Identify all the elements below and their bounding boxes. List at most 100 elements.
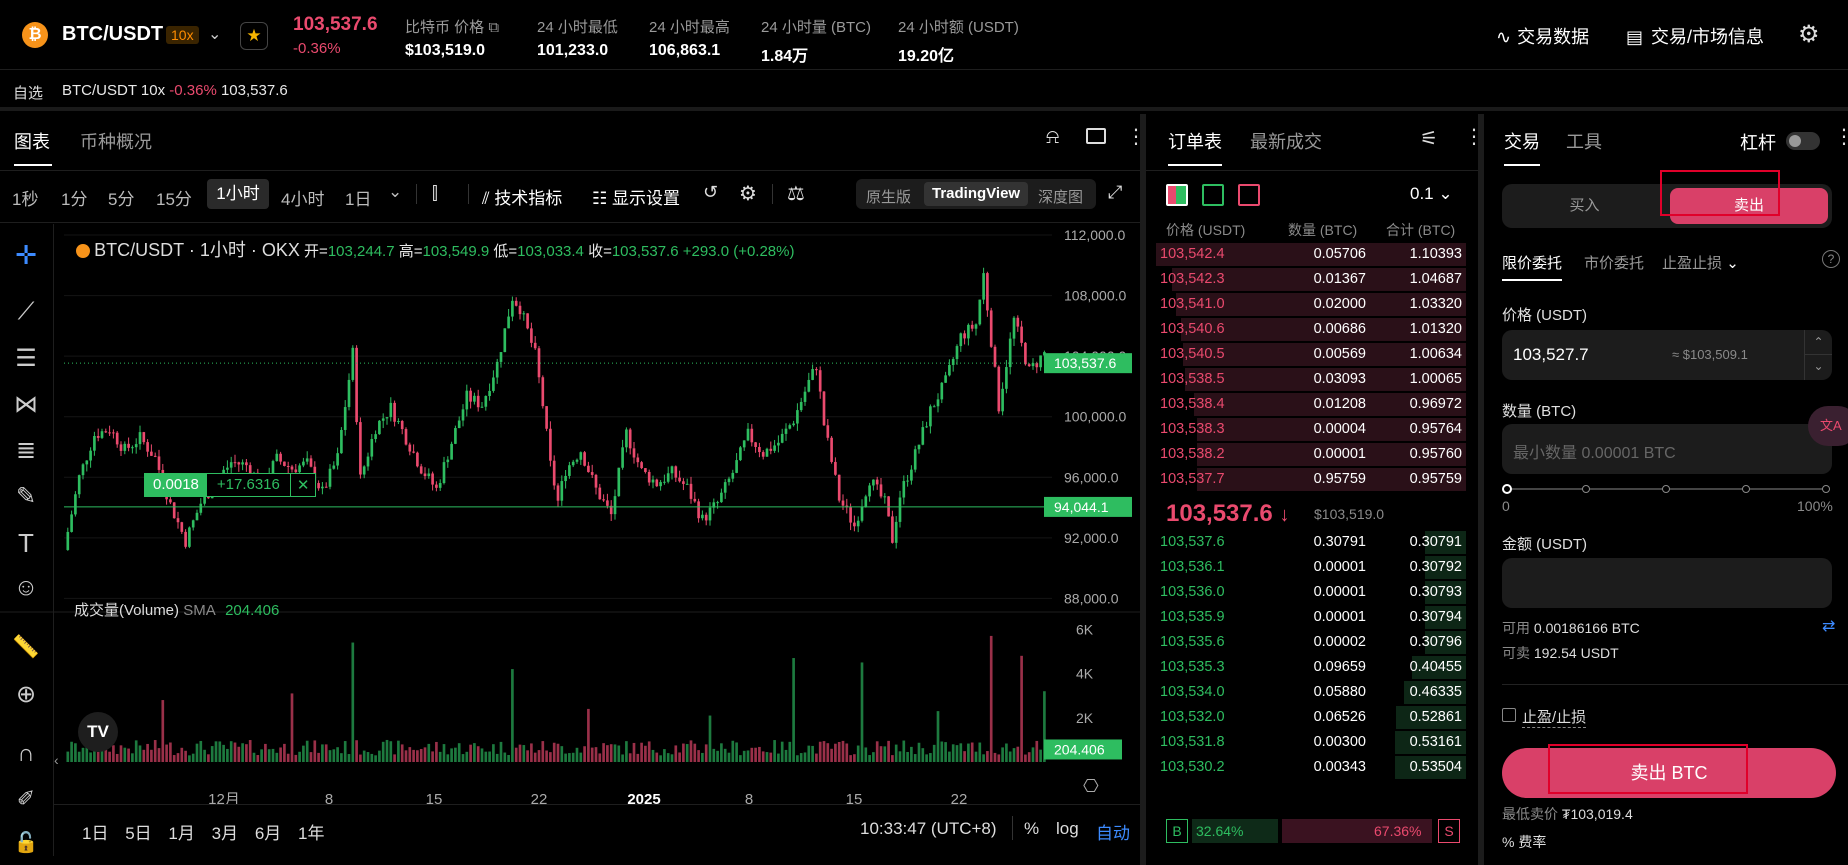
interval-1m[interactable]: 1分 xyxy=(61,185,87,210)
alert-add-icon[interactable]: ⍾ xyxy=(1046,126,1059,149)
range-1y[interactable]: 1年 xyxy=(298,824,324,843)
star-icon[interactable]: ★ xyxy=(240,22,268,50)
chart-settings-gear-icon[interactable]: ⚙ xyxy=(739,181,757,206)
interval-1h-active[interactable]: 1小时 xyxy=(207,179,269,209)
qty-input[interactable]: 最小数量 0.00001 BTC xyxy=(1502,424,1832,474)
external-link-icon[interactable]: ⧉ xyxy=(488,19,499,36)
ask-row[interactable]: 103,538.4 0.01208 0.96972 xyxy=(1156,392,1466,417)
view-depth[interactable]: 深度图 xyxy=(1038,186,1083,207)
bid-row[interactable]: 103,531.8 0.00300 0.53161 xyxy=(1156,730,1466,755)
bid-row[interactable]: 103,536.1 0.00001 0.30792 xyxy=(1156,555,1466,580)
percent-toggle[interactable]: % xyxy=(1024,819,1039,839)
slider-step[interactable] xyxy=(1822,485,1830,493)
interval-4h[interactable]: 4小时 xyxy=(281,185,324,210)
view-native[interactable]: 原生版 xyxy=(866,186,911,207)
fullscreen-window-icon[interactable] xyxy=(1086,128,1106,144)
trade-data-link[interactable]: ∿ 交易数据 xyxy=(1496,23,1589,49)
tpsl-checkbox[interactable] xyxy=(1502,708,1516,722)
clock-timezone[interactable]: 10:33:47 (UTC+8) xyxy=(860,819,997,839)
tab-orderbook[interactable]: 订单表 xyxy=(1168,128,1222,154)
interval-1s[interactable]: 1秒 xyxy=(12,185,38,210)
price-chart[interactable]: 112,000.0108,000.0104,000.0100,000.096,0… xyxy=(0,224,1140,804)
tradingview-logo-icon[interactable]: TV xyxy=(78,712,118,752)
layout-both-icon[interactable] xyxy=(1166,184,1188,206)
stepper-up-icon[interactable]: ⌃ xyxy=(1805,330,1832,355)
ask-row[interactable]: 103,541.0 0.02000 1.03320 xyxy=(1156,292,1466,317)
tab-latest-trades[interactable]: 最新成交 xyxy=(1250,128,1322,154)
more-vertical-icon[interactable]: ⋮ xyxy=(1834,124,1848,149)
ask-row[interactable]: 103,538.3 0.00004 0.95764 xyxy=(1156,417,1466,442)
transfer-icon[interactable]: ⇄ xyxy=(1822,616,1835,636)
unlock-icon[interactable]: 🔓 xyxy=(10,830,42,862)
more-vertical-icon[interactable]: ⋮ xyxy=(1464,124,1484,149)
order-type-limit[interactable]: 限价委托 xyxy=(1502,252,1562,273)
ask-row[interactable]: 103,542.3 0.01367 1.04687 xyxy=(1156,267,1466,292)
translate-glyph-icon[interactable]: 文A xyxy=(1808,406,1848,446)
chevron-down-icon[interactable]: ⌄ xyxy=(208,24,221,44)
range-6m[interactable]: 6月 xyxy=(255,824,281,843)
interval-15m[interactable]: 15分 xyxy=(156,185,192,210)
auto-toggle[interactable]: 自动 xyxy=(1096,819,1130,844)
range-3m[interactable]: 3月 xyxy=(212,824,238,843)
amount-input[interactable] xyxy=(1502,558,1832,608)
more-vertical-icon[interactable]: ⋮ xyxy=(1126,124,1146,149)
tab-tools[interactable]: 工具 xyxy=(1566,128,1602,154)
log-toggle[interactable]: log xyxy=(1056,819,1079,839)
interval-1d[interactable]: 1日 xyxy=(345,185,371,210)
buy-tab[interactable]: 买入 xyxy=(1502,184,1667,228)
ask-row[interactable]: 103,538.5 0.03093 1.00065 xyxy=(1156,367,1466,392)
fee-rate[interactable]: % 费率 xyxy=(1502,832,1546,852)
precision-select[interactable]: 0.1 ⌄ xyxy=(1410,184,1453,204)
layout-bids-icon[interactable] xyxy=(1202,184,1224,206)
stepper-down-icon[interactable]: ⌄ xyxy=(1805,355,1832,380)
position-widget[interactable]: 0.0018 +17.6316 ✕ xyxy=(144,473,317,497)
settings-gear-icon[interactable]: ⚙ xyxy=(1798,20,1820,49)
favorites-label[interactable]: 自选 xyxy=(13,82,43,103)
range-1m[interactable]: 1月 xyxy=(168,824,194,843)
order-type-tpsl[interactable]: 止盈止损 ⌄ xyxy=(1662,252,1739,273)
view-tradingview-active[interactable]: TradingView xyxy=(924,182,1029,206)
chevron-down-icon[interactable]: ⌄ xyxy=(388,182,402,202)
slider-step[interactable] xyxy=(1582,485,1590,493)
leverage-toggle[interactable] xyxy=(1786,132,1820,150)
help-icon[interactable]: ? xyxy=(1822,250,1840,268)
order-type-market[interactable]: 市价委托 xyxy=(1584,252,1644,273)
tab-chart[interactable]: 图表 xyxy=(14,128,50,154)
candles-icon[interactable]: ⫿ xyxy=(432,183,438,204)
bid-row[interactable]: 103,535.6 0.00002 0.30796 xyxy=(1156,630,1466,655)
expand-icon[interactable]: ⤢ xyxy=(1108,182,1122,203)
price-stepper[interactable]: ⌃ ⌄ xyxy=(1804,330,1832,380)
bid-row[interactable]: 103,535.3 0.09659 0.40455 xyxy=(1156,655,1466,680)
ask-row[interactable]: 103,540.6 0.00686 1.01320 xyxy=(1156,317,1466,342)
ask-row[interactable]: 103,540.5 0.00569 1.00634 xyxy=(1156,342,1466,367)
market-info-link[interactable]: ▤ 交易/市场信息 xyxy=(1626,23,1764,49)
indicators-button[interactable]: ⫽ 技术指标 xyxy=(482,184,562,209)
qty-slider[interactable] xyxy=(1502,482,1832,496)
tab-trade[interactable]: 交易 xyxy=(1504,128,1540,154)
time-axis-settings-icon[interactable]: ⎔ xyxy=(1083,776,1099,797)
compare-scale-icon[interactable]: ⚖ xyxy=(787,181,805,206)
ask-row[interactable]: 103,542.4 0.05706 1.10393 xyxy=(1156,242,1466,267)
range-1d[interactable]: 1日 xyxy=(82,824,108,843)
slider-handle[interactable] xyxy=(1502,484,1512,494)
display-settings-button[interactable]: ☷ 显示设置 xyxy=(592,184,680,209)
tab-overview[interactable]: 币种概况 xyxy=(80,128,152,154)
bid-row[interactable]: 103,534.0 0.05880 0.46335 xyxy=(1156,680,1466,705)
ask-row[interactable]: 103,537.7 0.95759 0.95759 xyxy=(1156,467,1466,492)
layout-asks-icon[interactable] xyxy=(1238,184,1260,206)
bid-row[interactable]: 103,535.9 0.00001 0.30794 xyxy=(1156,605,1466,630)
price-input[interactable]: 103,527.7 ≈ $103,509.1 ⌃ ⌄ xyxy=(1502,330,1832,380)
bid-row[interactable]: 103,536.0 0.00001 0.30793 xyxy=(1156,580,1466,605)
ask-row[interactable]: 103,538.2 0.00001 0.95760 xyxy=(1156,442,1466,467)
bid-row[interactable]: 103,532.0 0.06526 0.52861 xyxy=(1156,705,1466,730)
bid-row[interactable]: 103,530.2 0.00343 0.53504 xyxy=(1156,755,1466,780)
range-5d[interactable]: 5日 xyxy=(125,824,151,843)
close-position-icon[interactable]: ✕ xyxy=(291,474,316,496)
replay-icon[interactable]: ↺ xyxy=(703,182,718,203)
interval-5m[interactable]: 5分 xyxy=(108,185,134,210)
favorite-item[interactable]: BTC/USDT 10x -0.36% 103,537.6 xyxy=(62,82,288,99)
slider-step[interactable] xyxy=(1742,485,1750,493)
pair-name[interactable]: BTC/USDT xyxy=(62,23,163,46)
sliders-icon[interactable]: ⚟ xyxy=(1420,126,1438,151)
slider-step[interactable] xyxy=(1662,485,1670,493)
